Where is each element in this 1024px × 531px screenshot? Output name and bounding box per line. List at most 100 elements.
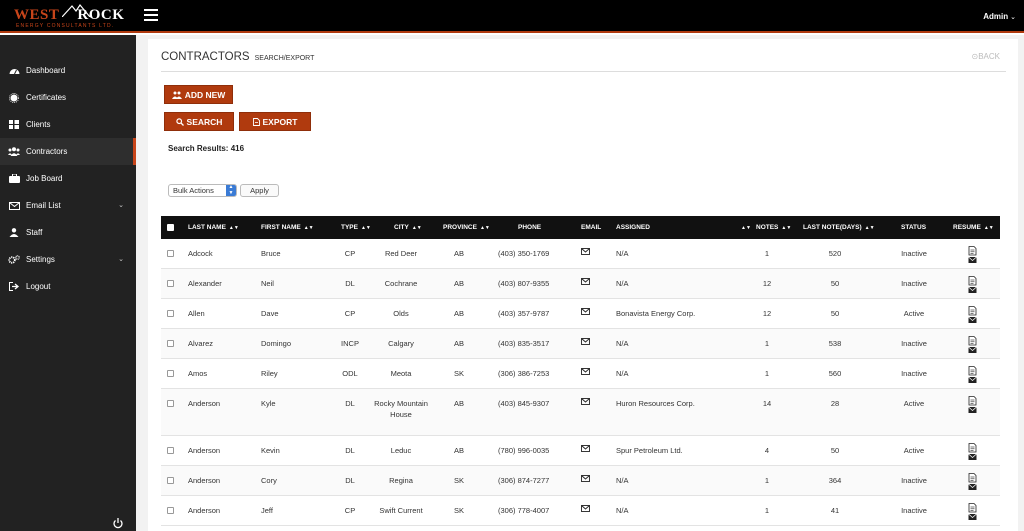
row-checkbox[interactable]	[167, 250, 174, 257]
cell-status: Inactive	[901, 279, 927, 288]
search-button[interactable]: SEARCH	[164, 112, 234, 131]
col-city[interactable]: CITY ▲▼	[394, 216, 422, 239]
resume-file-icon[interactable]	[968, 276, 977, 294]
col-last-name[interactable]: LAST NAME ▲▼	[188, 216, 239, 239]
sidebar-item-job-board[interactable]: Job Board	[0, 165, 136, 192]
envelope-icon[interactable]	[581, 505, 590, 512]
cell-last-name[interactable]: Allen	[188, 309, 205, 318]
cell-last-note: 520	[828, 249, 842, 258]
row-checkbox[interactable]	[167, 477, 174, 484]
sidebar-item-email-list[interactable]: Email List ⌄	[0, 192, 136, 219]
cell-last-name[interactable]: Amos	[188, 369, 207, 378]
envelope-icon[interactable]	[581, 368, 590, 375]
resume-file-icon[interactable]	[968, 336, 977, 354]
envelope-icon[interactable]	[581, 475, 590, 482]
col-first-name[interactable]: FIRST NAME ▲▼	[261, 216, 314, 239]
cell-last-name[interactable]: Alvarez	[188, 339, 213, 348]
table-row[interactable]: Anderson Jeff CP Swift Current SK (306) 778-4…	[161, 496, 1000, 526]
envelope-icon[interactable]	[581, 248, 590, 255]
cell-last-name[interactable]: Anderson	[188, 506, 220, 515]
table-row[interactable]: Anderson Kevin DL Leduc AB (780) 996-0035 Spur…	[161, 436, 1000, 466]
envelope-icon[interactable]	[581, 308, 590, 315]
cell-notes: 4	[764, 446, 770, 455]
envelope-icon[interactable]	[581, 278, 590, 285]
cell-city: Regina	[389, 476, 413, 485]
power-icon[interactable]	[112, 517, 124, 529]
table-row[interactable]: Adcock Bruce CP Red Deer AB (403) 350-1769 N/A…	[161, 239, 1000, 269]
table-row[interactable]: Amos Riley ODL Meota SK (306) 386-7253 N/A 1 560…	[161, 359, 1000, 389]
col-assigned[interactable]: ASSIGNED	[616, 216, 650, 239]
table-row[interactable]: Allen Dave CP Olds AB (403) 357-9787 Bonavista…	[161, 299, 1000, 329]
sort-icon: ▲▼	[983, 224, 994, 231]
col-notes[interactable]: NOTES ▲▼	[756, 216, 791, 239]
logo-tagline: ENERGY CONSULTANTS LTD.	[16, 23, 115, 29]
apply-button[interactable]: Apply	[240, 184, 279, 197]
resume-file-icon[interactable]	[968, 306, 977, 324]
cell-last-name[interactable]: Alexander	[188, 279, 222, 288]
row-checkbox[interactable]	[167, 280, 174, 287]
envelope-icon[interactable]	[581, 445, 590, 452]
cell-assigned: N/A	[616, 369, 629, 378]
contractors-table: LAST NAME ▲▼ FIRST NAME ▲▼ TYPE ▲▼ CITY ▲▼ P…	[161, 216, 1000, 526]
assigned-sort-icon[interactable]: ▲▼	[738, 216, 751, 239]
bulk-actions-select[interactable]: Bulk Actions ▲ ▼	[168, 184, 237, 197]
col-last-note[interactable]: LAST NOTE(DAYS) ▲▼	[803, 216, 875, 239]
row-checkbox[interactable]	[167, 310, 174, 317]
cell-city: Swift Current	[379, 506, 423, 515]
table-row[interactable]: Anderson Kyle DL Rocky Mountain House AB (403…	[161, 389, 1000, 436]
hamburger-menu-icon[interactable]	[144, 9, 158, 22]
row-checkbox[interactable]	[167, 400, 174, 407]
cell-first-name: Dave	[261, 309, 279, 318]
cell-last-name[interactable]: Anderson	[188, 446, 220, 455]
page-title: CONTRACTORS SEARCH/EXPORT	[161, 51, 315, 63]
export-label: EXPORT	[262, 116, 298, 127]
sidebar-item-contractors[interactable]: Contractors	[0, 138, 136, 165]
resume-file-icon[interactable]	[968, 503, 977, 521]
add-new-button[interactable]: ADD NEW	[164, 85, 233, 104]
table-row[interactable]: Alexander Neil DL Cochrane AB (403) 807-9355 N…	[161, 269, 1000, 299]
resume-file-icon[interactable]	[968, 396, 977, 414]
table-row[interactable]: Alvarez Domingo INCP Calgary AB (403) 835-351…	[161, 329, 1000, 359]
col-type[interactable]: TYPE ▲▼	[341, 216, 371, 239]
export-button[interactable]: EXPORT	[239, 112, 311, 131]
resume-file-icon[interactable]	[968, 473, 977, 491]
cell-province: AB	[453, 249, 465, 258]
row-checkbox[interactable]	[167, 370, 174, 377]
row-checkbox[interactable]	[167, 340, 174, 347]
back-link[interactable]: ⊙BACK	[972, 52, 1001, 61]
resume-file-icon[interactable]	[968, 366, 977, 384]
table-row[interactable]: Anderson Cory DL Regina SK (306) 874-7277 N/A 1…	[161, 466, 1000, 496]
sidebar-item-label: Certificates	[26, 93, 67, 102]
cell-last-name[interactable]: Anderson	[188, 399, 220, 408]
sidebar-item-clients[interactable]: Clients	[0, 111, 136, 138]
title-divider	[161, 71, 1006, 72]
west-rock-logo[interactable]: WEST ROCK ENERGY CONSULTANTS LTD.	[14, 2, 124, 30]
cell-assigned: N/A	[616, 476, 629, 485]
sidebar-item-dashboard[interactable]: Dashboard	[0, 57, 136, 84]
user-menu[interactable]: Admin ⌄	[983, 12, 1016, 21]
sort-icon: ▲▼	[781, 224, 792, 231]
sidebar-item-certificates[interactable]: Certificates	[0, 84, 136, 111]
row-checkbox[interactable]	[167, 507, 174, 514]
sidebar-item-staff[interactable]: Staff	[0, 219, 136, 246]
resume-file-icon[interactable]	[968, 443, 977, 461]
page-subtitle: SEARCH/EXPORT	[254, 55, 315, 62]
sidebar-item-logout[interactable]: Logout	[0, 273, 136, 300]
sidebar-item-settings[interactable]: Settings ⌄	[0, 246, 136, 273]
envelope-icon[interactable]	[581, 398, 590, 405]
resume-file-icon[interactable]	[968, 246, 977, 264]
row-checkbox[interactable]	[167, 447, 174, 454]
cell-type: CP	[344, 309, 356, 318]
cell-province: AB	[453, 339, 465, 348]
envelope-icon[interactable]	[581, 338, 590, 345]
cell-type: CP	[344, 506, 356, 515]
cell-city: Rocky Mountain House	[374, 399, 428, 419]
cell-last-name[interactable]: Adcock	[188, 249, 213, 258]
select-all-checkbox[interactable]	[167, 224, 174, 231]
cell-status: Inactive	[901, 476, 927, 485]
cell-status: Inactive	[901, 249, 927, 258]
cell-last-name[interactable]: Anderson	[188, 476, 220, 485]
main-content: CONTRACTORS SEARCH/EXPORT ⊙BACK ADD NEW S…	[136, 35, 1024, 531]
cell-first-name: Kyle	[261, 399, 276, 408]
col-province[interactable]: PROVINCE ▲▼	[443, 216, 490, 239]
